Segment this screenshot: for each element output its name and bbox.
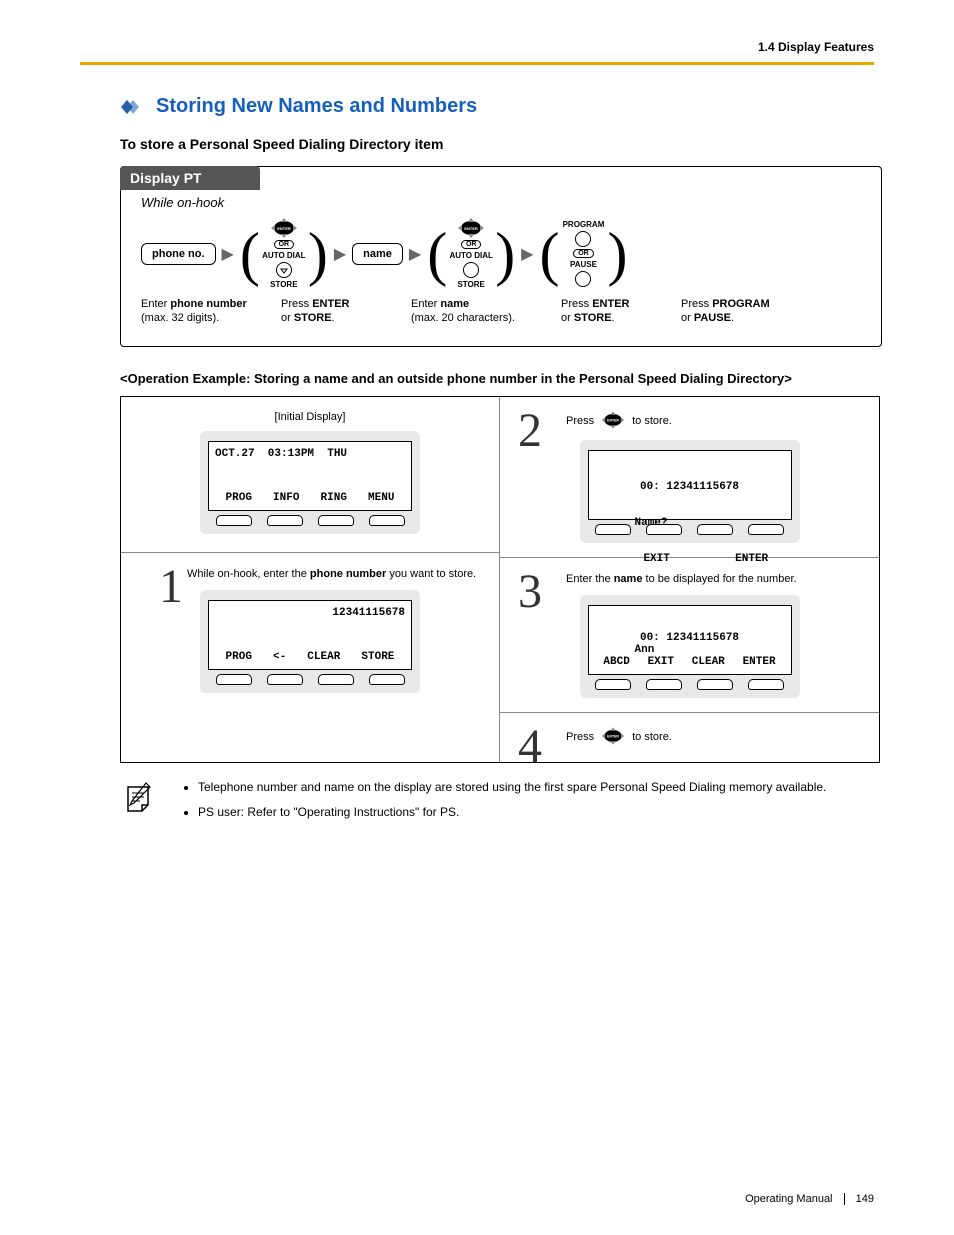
- flow-box: Display PT While on-hook phone no. ▶ ( E…: [120, 166, 882, 347]
- step-number-2: 2: [518, 403, 542, 458]
- flow-captions: Enter phone number (max. 32 digits). Pre…: [121, 289, 881, 326]
- nav-enter-icon: ENTER: [456, 218, 486, 238]
- softkey: [595, 524, 631, 535]
- phone-screen-step3: 00: 12341115678 Ann ABCD EXIT CLEAR ENTE…: [580, 595, 800, 698]
- softkey: [267, 674, 303, 685]
- softkey: [216, 674, 252, 685]
- arrow-icon: ▶: [222, 244, 234, 264]
- note-item: PS user: Refer to "Operating Instruction…: [198, 804, 826, 821]
- section-title: Storing New Names and Numbers: [80, 95, 874, 118]
- step-number-4: 4: [518, 719, 542, 774]
- softlabel: PROG: [226, 492, 252, 504]
- note-icon: [120, 779, 160, 829]
- or-pill: OR: [274, 240, 295, 249]
- flow-row: phone no. ▶ ( ENTER OR AUTO DIAL STORE ): [121, 210, 881, 289]
- phone-screen-step1: 12341115678 PROG <- CLEAR STORE: [200, 590, 420, 693]
- section-title-text: Storing New Names and Numbers: [156, 95, 477, 118]
- step1-text: While on-hook, enter the phone number yo…: [187, 567, 479, 582]
- pause-circle-icon: [575, 271, 591, 287]
- step4-text: Press ENTER to store.: [566, 727, 859, 748]
- softkey: [318, 515, 354, 526]
- autodial-label: AUTO DIAL: [262, 251, 305, 260]
- example-cell-right: 2 Press ENTER to store. 00: 12341115678: [500, 397, 879, 762]
- store-label: STORE: [270, 280, 297, 289]
- softlabel: CLEAR: [307, 651, 340, 663]
- notes-block: Telephone number and name on the display…: [120, 779, 880, 829]
- store-circle-icon: [276, 262, 292, 278]
- svg-text:ENTER: ENTER: [607, 735, 619, 739]
- step3-text: Enter the name to be displayed for the n…: [566, 572, 859, 587]
- arrow-icon: ▶: [334, 244, 346, 264]
- phone-screen-initial: OCT.27 03:13PM THU PROG INFO RING MENU: [200, 431, 420, 534]
- softkey: [369, 674, 405, 685]
- footer: Operating Manual 149: [745, 1193, 874, 1205]
- softkey: [697, 524, 733, 535]
- softkey: [267, 515, 303, 526]
- flow-while-label: While on-hook: [121, 195, 881, 210]
- softkey: [595, 679, 631, 690]
- lcd-line: 00: 12341115678: [595, 632, 785, 644]
- softlabel: PROG: [226, 651, 252, 663]
- diamond-icon: [120, 98, 146, 116]
- svg-text:ENTER: ENTER: [464, 226, 478, 231]
- lcd-line: 00: 12341115678: [595, 481, 785, 493]
- softlabel: EXIT: [648, 656, 674, 668]
- nav-enter-icon: ENTER: [600, 411, 626, 432]
- softkey: [697, 679, 733, 690]
- softlabel: MENU: [368, 492, 394, 504]
- program-label: PROGRAM: [563, 220, 605, 229]
- softlabel: ABCD: [603, 656, 629, 668]
- flow-header: Display PT: [120, 166, 260, 190]
- softlabel: STORE: [361, 651, 394, 663]
- enter-store-group: ENTER OR AUTO DIAL STORE: [262, 218, 306, 289]
- softkey: [748, 524, 784, 535]
- softlabel: ENTER: [743, 656, 776, 668]
- store-circle-icon: [463, 262, 479, 278]
- lcd-line: 12341115678: [215, 607, 405, 619]
- subtitle: To store a Personal Speed Dialing Direct…: [80, 136, 874, 152]
- arrow-icon: ▶: [409, 244, 421, 264]
- softlabel: <-: [273, 651, 286, 663]
- header-rule: [80, 62, 874, 65]
- softlabel: INFO: [273, 492, 299, 504]
- keycap-name: name: [352, 243, 403, 265]
- or-pill: OR: [461, 240, 482, 249]
- lcd-line: OCT.27 03:13PM THU: [215, 448, 405, 460]
- example-cell-left: [Initial Display] OCT.27 03:13PM THU PRO…: [121, 397, 500, 762]
- svg-text:ENTER: ENTER: [607, 418, 619, 422]
- footer-label: Operating Manual: [745, 1193, 832, 1205]
- example-box: [Initial Display] OCT.27 03:13PM THU PRO…: [120, 396, 880, 763]
- program-circle-icon: [575, 231, 591, 247]
- svg-text:ENTER: ENTER: [277, 226, 291, 231]
- softkey: [369, 515, 405, 526]
- step-number-3: 3: [518, 564, 542, 619]
- arrow-icon: ▶: [521, 244, 533, 264]
- enter-store-group: ENTER OR AUTO DIAL STORE: [449, 218, 493, 289]
- softkey: [646, 679, 682, 690]
- step-number-1: 1: [159, 559, 183, 614]
- softlabel: CLEAR: [692, 656, 725, 668]
- or-pill: OR: [573, 249, 594, 258]
- initial-display-label: [Initial Display]: [141, 411, 479, 423]
- softkey: [646, 524, 682, 535]
- nav-enter-icon: ENTER: [600, 727, 626, 748]
- nav-enter-icon: ENTER: [269, 218, 299, 238]
- pause-label: PAUSE: [570, 260, 597, 269]
- note-item: Telephone number and name on the display…: [198, 779, 826, 796]
- lcd-line: Ann: [595, 644, 785, 656]
- phone-screen-step2: 00: 12341115678 Name? EXIT ENTER: [580, 440, 800, 543]
- header-section-ref: 1.4 Display Features: [80, 40, 874, 54]
- softkey: [216, 515, 252, 526]
- softkey: [318, 674, 354, 685]
- store-label: STORE: [457, 280, 484, 289]
- program-pause-group: PROGRAM OR PAUSE: [561, 220, 605, 287]
- keycap-phone: phone no.: [141, 243, 216, 265]
- softkey: [748, 679, 784, 690]
- step2-text: Press ENTER to store.: [566, 411, 859, 432]
- autodial-label: AUTO DIAL: [449, 251, 492, 260]
- example-title: <Operation Example: Storing a name and a…: [120, 371, 880, 386]
- footer-page: 149: [856, 1193, 874, 1205]
- softlabel: RING: [321, 492, 347, 504]
